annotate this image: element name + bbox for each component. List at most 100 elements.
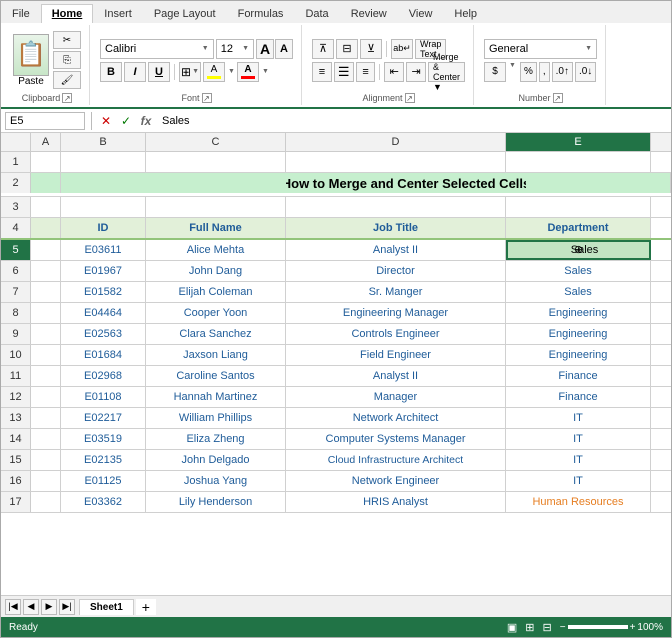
cell-c8[interactable]: Cooper Yoon xyxy=(146,303,286,323)
cell-b7[interactable]: E01582 xyxy=(61,282,146,302)
cell-b6[interactable]: E01967 xyxy=(61,261,146,281)
cell-d9[interactable]: Controls Engineer xyxy=(286,324,506,344)
cell-a16[interactable] xyxy=(31,471,61,491)
cell-c5[interactable]: Alice Mehta xyxy=(146,240,286,260)
decrease-decimal-button[interactable]: .0↓ xyxy=(575,62,596,82)
cell-b10[interactable]: E01684 xyxy=(61,345,146,365)
fx-icon[interactable]: fx xyxy=(138,113,154,129)
cell-d10[interactable]: Field Engineer xyxy=(286,345,506,365)
cell-reference-box[interactable]: E5 xyxy=(5,112,85,130)
cell-e10[interactable]: Engineering xyxy=(506,345,651,365)
cell-c2[interactable] xyxy=(146,173,286,193)
sheet-tab-sheet1[interactable]: Sheet1 xyxy=(79,599,134,615)
format-painter-button[interactable]: 🖌 xyxy=(53,71,81,89)
alignment-expand-icon[interactable]: ↗ xyxy=(405,93,415,103)
cell-d5[interactable]: Analyst II xyxy=(286,240,506,260)
cell-d3[interactable] xyxy=(286,197,506,217)
row-header-6[interactable]: 6 xyxy=(1,261,31,281)
cell-b15[interactable]: E02135 xyxy=(61,450,146,470)
cell-a7[interactable] xyxy=(31,282,61,302)
font-shrink-button[interactable]: A xyxy=(275,39,293,59)
copy-button[interactable]: ⎘ xyxy=(53,51,81,69)
cell-a10[interactable] xyxy=(31,345,61,365)
tab-insert[interactable]: Insert xyxy=(93,4,143,23)
cell-d14[interactable]: Computer Systems Manager xyxy=(286,429,506,449)
cell-d13[interactable]: Network Architect xyxy=(286,408,506,428)
cell-d16[interactable]: Network Engineer xyxy=(286,471,506,491)
row-header-5[interactable]: 5 xyxy=(1,240,31,260)
cell-c13[interactable]: William Phillips xyxy=(146,408,286,428)
cell-e1[interactable] xyxy=(506,152,651,172)
cell-c10[interactable]: Jaxson Liang xyxy=(146,345,286,365)
cell-b11[interactable]: E02968 xyxy=(61,366,146,386)
tab-file[interactable]: File xyxy=(1,4,41,23)
cell-a6[interactable] xyxy=(31,261,61,281)
cell-c3[interactable] xyxy=(146,197,286,217)
font-expand-icon[interactable]: ↗ xyxy=(202,93,212,103)
cell-b9[interactable]: E02563 xyxy=(61,324,146,344)
cell-c11[interactable]: Caroline Santos xyxy=(146,366,286,386)
row-header-1[interactable]: 1 xyxy=(1,152,31,172)
normal-view-button[interactable]: ▣ xyxy=(507,621,517,634)
cell-e4[interactable]: Department xyxy=(506,218,651,238)
sheet-prev-button[interactable]: ◀ xyxy=(23,599,39,615)
align-middle-button[interactable]: ⊟ xyxy=(336,39,358,59)
cell-c16[interactable]: Joshua Yang xyxy=(146,471,286,491)
cell-b12[interactable]: E01108 xyxy=(61,387,146,407)
row-header-17[interactable]: 17 xyxy=(1,492,31,512)
row-header-11[interactable]: 11 xyxy=(1,366,31,386)
col-header-a[interactable]: A xyxy=(31,133,61,151)
italic-button[interactable]: I xyxy=(124,62,146,82)
cell-b1[interactable] xyxy=(61,152,146,172)
font-size-dropdown[interactable]: 12 ▼ xyxy=(216,39,254,59)
tab-view[interactable]: View xyxy=(398,4,444,23)
row-header-9[interactable]: 9 xyxy=(1,324,31,344)
cell-c4[interactable]: Full Name xyxy=(146,218,286,238)
col-header-c[interactable]: C xyxy=(146,133,286,151)
col-header-e[interactable]: E xyxy=(506,133,651,151)
font-color-button[interactable]: A xyxy=(237,62,259,82)
text-direction-button[interactable]: ab↵ xyxy=(391,39,413,59)
cell-e13[interactable]: IT xyxy=(506,408,651,428)
sheet-next-button[interactable]: ▶ xyxy=(41,599,57,615)
cell-c15[interactable]: John Delgado xyxy=(146,450,286,470)
underline-button[interactable]: U xyxy=(148,62,170,82)
cell-c12[interactable]: Hannah Martinez xyxy=(146,387,286,407)
cell-b5[interactable]: E03611 xyxy=(61,240,146,260)
cell-e2[interactable] xyxy=(526,173,671,193)
cell-d7[interactable]: Sr. Manger xyxy=(286,282,506,302)
font-grow-button[interactable]: A xyxy=(256,39,274,59)
align-top-button[interactable]: ⊼ xyxy=(312,39,334,59)
cell-a2[interactable] xyxy=(31,173,61,193)
tab-data[interactable]: Data xyxy=(294,4,339,23)
cell-a1[interactable] xyxy=(31,152,61,172)
cell-a3[interactable] xyxy=(31,197,61,217)
cell-a8[interactable] xyxy=(31,303,61,323)
cell-c6[interactable]: John Dang xyxy=(146,261,286,281)
cell-d8[interactable]: Engineering Manager xyxy=(286,303,506,323)
cell-e3[interactable] xyxy=(506,197,651,217)
row-header-15[interactable]: 15 xyxy=(1,450,31,470)
cell-c7[interactable]: Elijah Coleman xyxy=(146,282,286,302)
cell-e6[interactable]: Sales xyxy=(506,261,651,281)
cell-d4[interactable]: Job Title xyxy=(286,218,506,238)
cell-b16[interactable]: E01125 xyxy=(61,471,146,491)
cell-e14[interactable]: IT xyxy=(506,429,651,449)
cell-b17[interactable]: E03362 xyxy=(61,492,146,512)
cell-c9[interactable]: Clara Sanchez xyxy=(146,324,286,344)
cell-e5[interactable]: ⊕ Sales xyxy=(506,240,651,260)
cell-e8[interactable]: Engineering xyxy=(506,303,651,323)
col-header-b[interactable]: B xyxy=(61,133,146,151)
number-format-dropdown[interactable]: General ▼ xyxy=(484,39,597,59)
cell-e11[interactable]: Finance xyxy=(506,366,651,386)
cell-a13[interactable] xyxy=(31,408,61,428)
tab-formulas[interactable]: Formulas xyxy=(227,4,295,23)
cell-d17[interactable]: HRIS Analyst xyxy=(286,492,506,512)
increase-decimal-button[interactable]: .0↑ xyxy=(552,62,573,82)
clipboard-expand-icon[interactable]: ↗ xyxy=(62,93,72,103)
cut-button[interactable]: ✂ xyxy=(53,31,81,49)
increase-indent-button[interactable]: ⇥ xyxy=(406,62,426,82)
font-name-dropdown[interactable]: Calibri ▼ xyxy=(100,39,214,59)
accounting-button[interactable]: $ xyxy=(484,62,506,82)
row-header-14[interactable]: 14 xyxy=(1,429,31,449)
